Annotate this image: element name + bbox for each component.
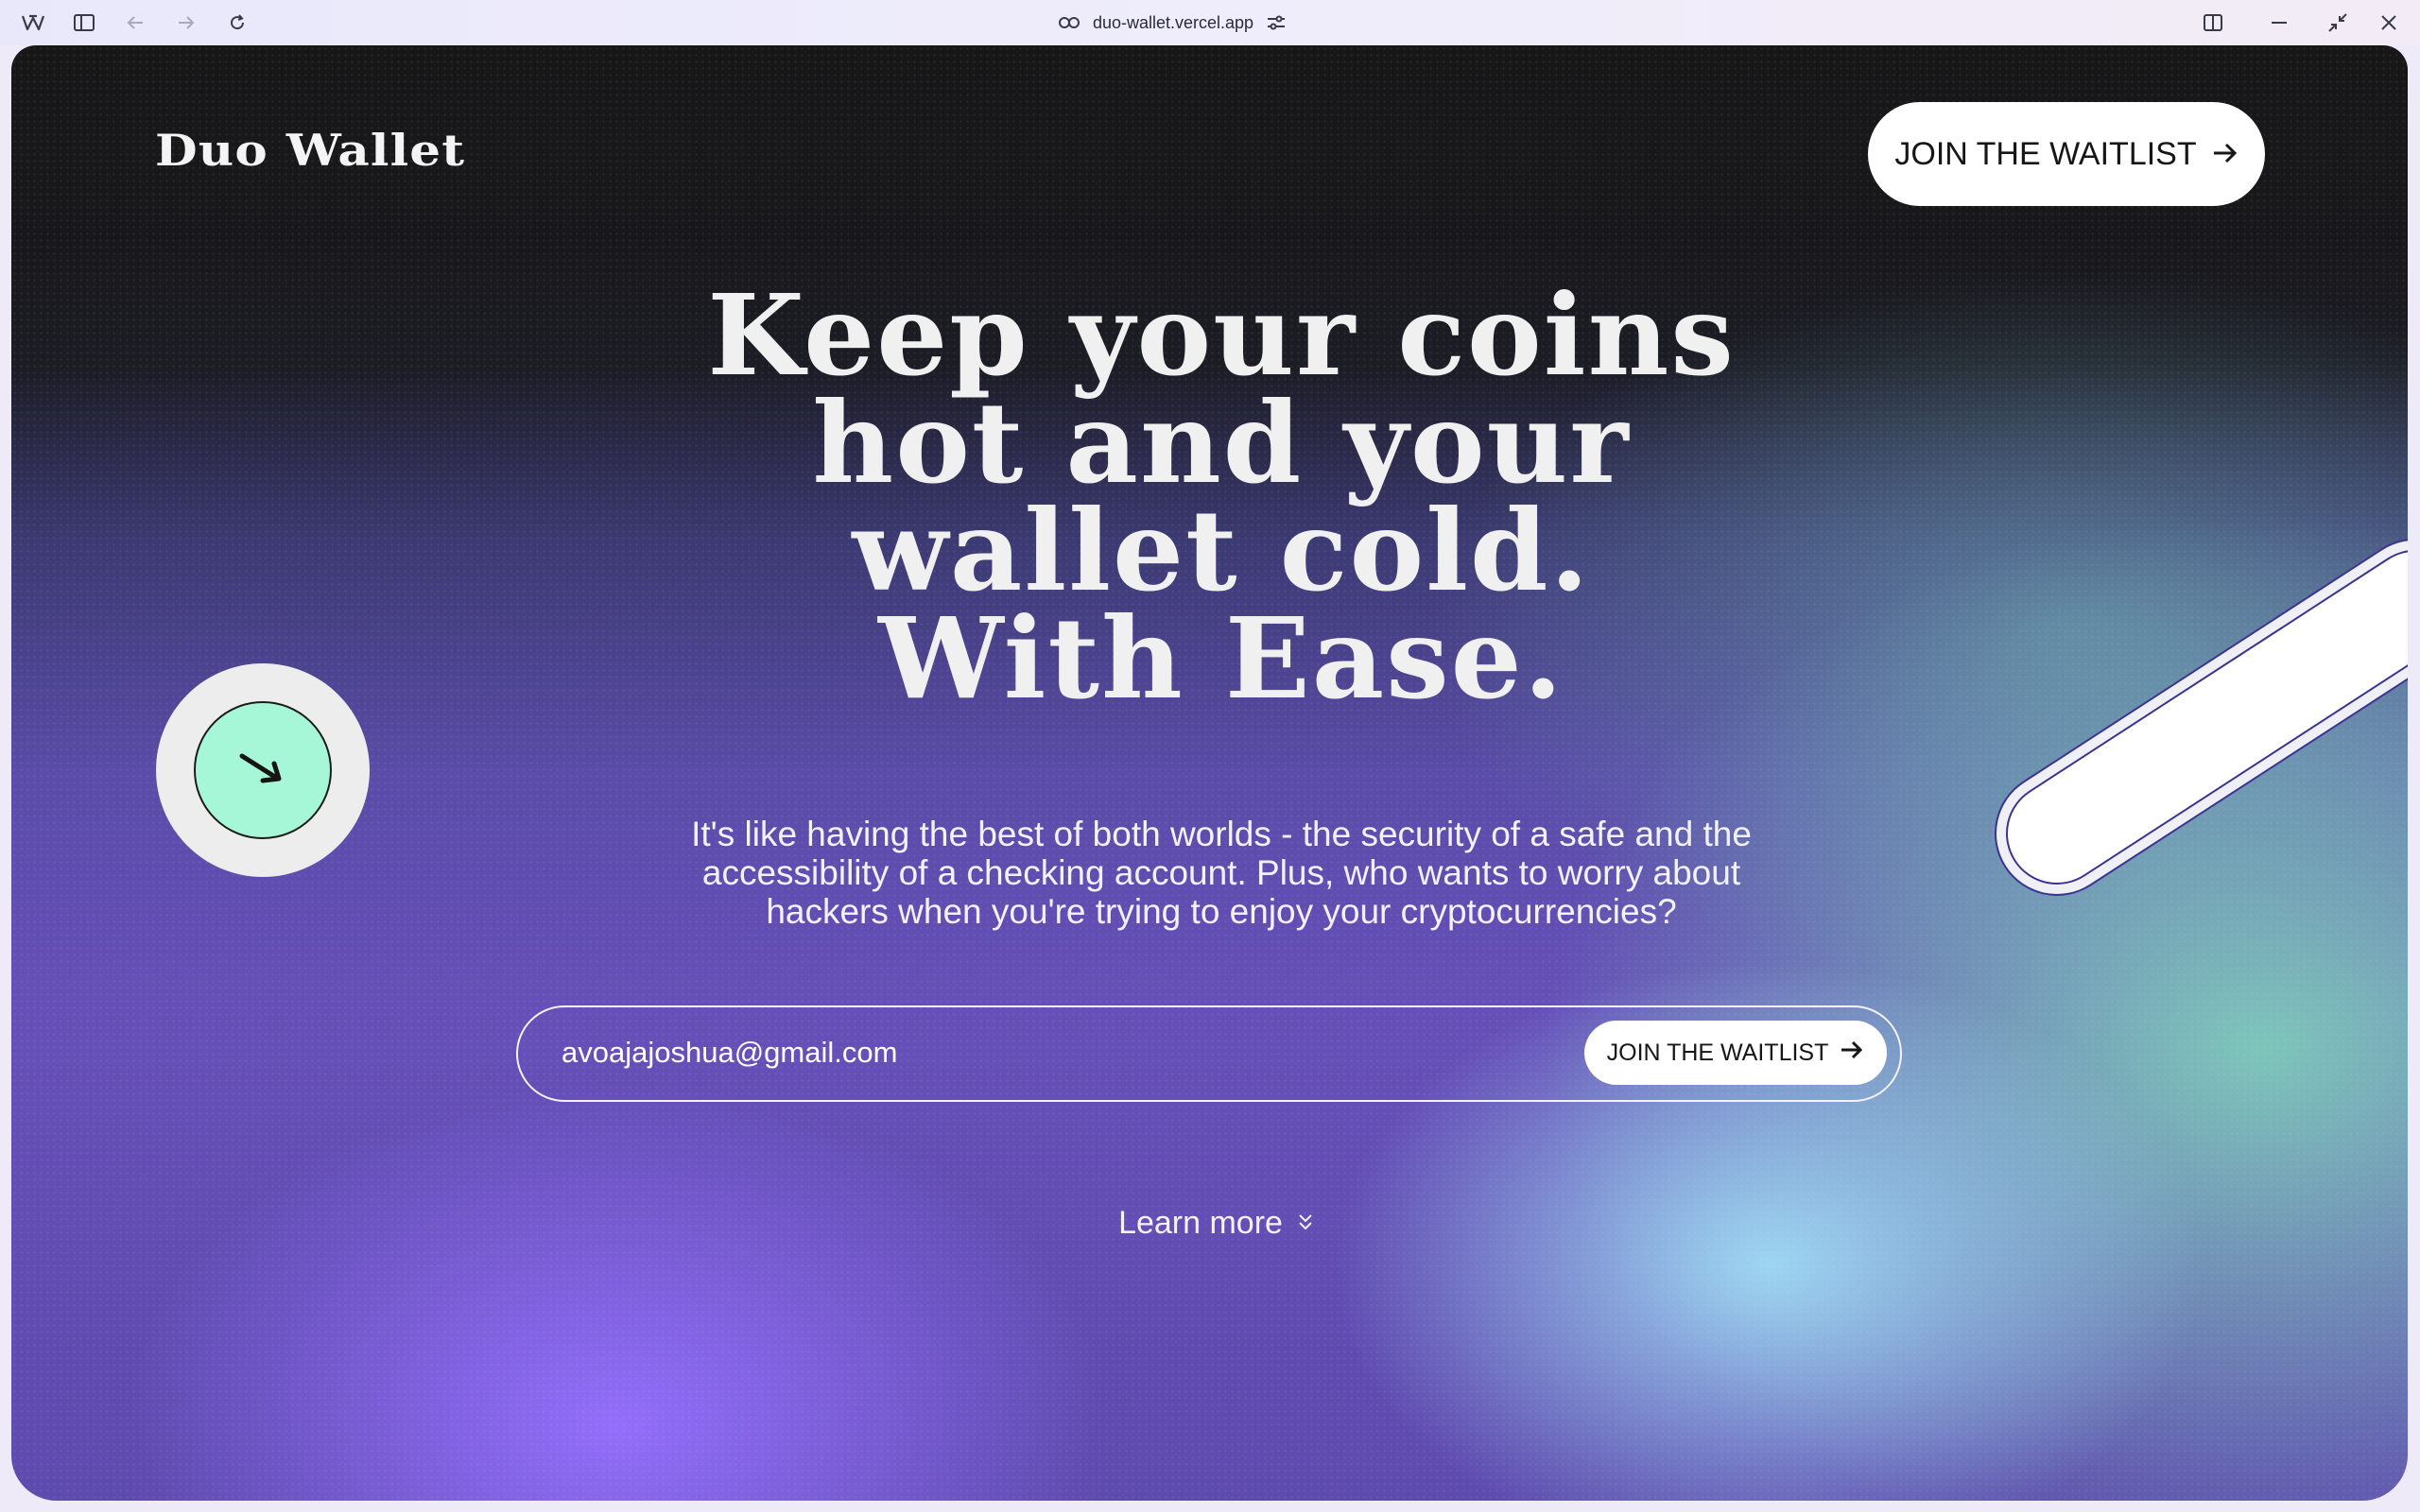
subtitle-line-3: hackers when you're trying to enjoy your… <box>766 892 1677 931</box>
link-icon <box>1058 16 1080 29</box>
email-input[interactable]: avoajajoshua@gmail.com <box>562 1036 897 1070</box>
double-chevron-down-icon <box>1298 1205 1313 1242</box>
hero-subtitle: It's like having the best of both worlds… <box>616 815 1826 931</box>
waitlist-form: avoajajoshua@gmail.com JOIN THE WAITLIST <box>516 1005 1902 1102</box>
arrow-right-icon <box>2212 136 2238 173</box>
site-settings-icon[interactable] <box>1267 15 1286 30</box>
arrow-right-icon <box>1840 1040 1864 1067</box>
hero-line-2: hot and your <box>812 377 1631 508</box>
subtitle-line-2: accessibility of a checking account. Plu… <box>701 853 1741 892</box>
learn-more-label: Learn more <box>1118 1204 1283 1241</box>
hero-line-1: Keep your coins <box>707 269 1736 401</box>
hero-line-3: wallet cold. <box>852 485 1591 616</box>
decorative-pill <box>1986 530 2408 904</box>
form-join-waitlist-label: JOIN THE WAITLIST <box>1606 1039 1829 1066</box>
hero-line-4: With Ease. <box>878 593 1564 724</box>
close-icon[interactable] <box>2375 9 2403 37</box>
form-join-waitlist-button[interactable]: JOIN THE WAITLIST <box>1584 1021 1887 1085</box>
browser-toolbar: duo-wallet.vercel.app <box>0 0 2420 45</box>
learn-more-link[interactable]: Learn more <box>1102 1202 1329 1244</box>
badge-inner-circle <box>194 701 332 839</box>
brand-logo[interactable]: Duo Wallet <box>155 125 465 176</box>
header-join-waitlist-label: JOIN THE WAITLIST <box>1894 135 2197 172</box>
header-join-waitlist-button[interactable]: JOIN THE WAITLIST <box>1868 102 2265 206</box>
app-logo-icon[interactable] <box>19 9 47 37</box>
minimize-icon[interactable] <box>2265 9 2293 37</box>
forward-icon[interactable] <box>172 9 200 37</box>
hero-headline: Keep your coins hot and your wallet cold… <box>418 269 2025 724</box>
reload-icon[interactable] <box>223 9 251 37</box>
scroll-badge[interactable] <box>156 663 370 877</box>
noise-overlay <box>11 45 2408 1501</box>
back-icon[interactable] <box>121 9 149 37</box>
landing-page: Duo Wallet JOIN THE WAITLIST Keep your c… <box>11 45 2408 1501</box>
split-view-icon[interactable] <box>2199 9 2227 37</box>
url-text[interactable]: duo-wallet.vercel.app <box>1093 13 1253 33</box>
subtitle-line-1: It's like having the best of both worlds… <box>691 815 1752 853</box>
arrow-down-right-icon <box>234 745 291 797</box>
restore-icon[interactable] <box>2324 9 2352 37</box>
sidebar-toggle-icon[interactable] <box>70 9 98 37</box>
address-bar[interactable]: duo-wallet.vercel.app <box>1040 9 1305 37</box>
